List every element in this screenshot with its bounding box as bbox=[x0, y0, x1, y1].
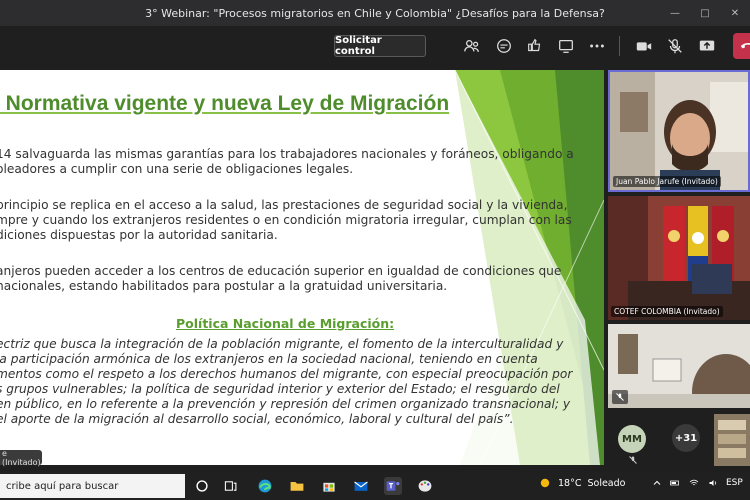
close-icon[interactable]: ✕ bbox=[720, 0, 750, 26]
participant-name-1: Juan Pablo Jarufe (Invitado) bbox=[613, 176, 721, 187]
task-view-icon[interactable] bbox=[222, 477, 240, 495]
avatar-mm-muted-icon bbox=[629, 456, 637, 464]
slide-line: principio se replica en el acceso a la s… bbox=[0, 198, 568, 212]
chat-icon[interactable] bbox=[492, 34, 516, 58]
camera-icon[interactable] bbox=[632, 34, 656, 58]
participant-tile-2[interactable]: COTEF COLOMBIA (Invitado) bbox=[608, 196, 750, 320]
paint-app-icon[interactable] bbox=[416, 477, 434, 495]
participant-avatar-mm[interactable]: MM bbox=[618, 425, 646, 453]
system-tray: ESP bbox=[652, 478, 743, 488]
participant-video-1 bbox=[610, 72, 748, 190]
search-placeholder: cribe aquí para buscar bbox=[6, 480, 119, 492]
weather-description: Soleado bbox=[587, 477, 626, 489]
microphone-muted-icon[interactable] bbox=[663, 34, 687, 58]
participant-thumbnail-4[interactable] bbox=[714, 414, 750, 466]
reactions-icon[interactable] bbox=[523, 34, 547, 58]
microsoft-store-icon[interactable] bbox=[320, 477, 338, 495]
participant-tile-3[interactable] bbox=[608, 324, 750, 408]
more-options-icon[interactable] bbox=[585, 34, 609, 58]
windows-taskbar: cribe aquí para buscar 18°C Soleado ESP bbox=[0, 472, 750, 500]
teams-meeting-window: 3° Webinar: "Procesos migratorios en Chi… bbox=[0, 0, 750, 500]
volume-icon[interactable] bbox=[707, 478, 719, 488]
file-explorer-icon[interactable] bbox=[288, 477, 306, 495]
slide-line: mpre y cuando los extranjeros residentes… bbox=[0, 213, 572, 227]
weather-widget[interactable]: 18°C Soleado bbox=[538, 476, 625, 490]
slide-line: la participación armónica de los extranj… bbox=[0, 352, 538, 366]
slide-paragraph-3: anjeros pueden acceder a los centros de … bbox=[0, 264, 576, 294]
participant-video-3 bbox=[608, 324, 750, 408]
slide-line: 14 salvaguarda las mismas garantías para… bbox=[0, 147, 574, 161]
slide-line: el aporte de la migración al desarrollo … bbox=[0, 412, 514, 426]
leave-call-button[interactable] bbox=[733, 33, 750, 59]
window-title: 3° Webinar: "Procesos migratorios en Chi… bbox=[145, 6, 605, 20]
toolbar-divider bbox=[619, 36, 620, 56]
share-content-icon[interactable] bbox=[695, 34, 719, 58]
participant-3-muted-icon bbox=[612, 390, 628, 404]
slide-paragraph-1: 14 salvaguarda las mismas garantías para… bbox=[0, 147, 576, 177]
weather-temperature: 18°C bbox=[558, 477, 582, 489]
participant-video-4 bbox=[714, 414, 750, 466]
slide-subheading: Política Nacional de Migración: bbox=[176, 316, 395, 331]
slide-line: ectriz que busca la integración de la po… bbox=[0, 337, 564, 351]
slide-line: s grupos vulnerables; la política de seg… bbox=[0, 382, 560, 396]
slide-line: diciones dispuestas por la autoridad san… bbox=[0, 228, 278, 242]
maximize-icon[interactable]: □ bbox=[690, 0, 720, 26]
window-controls: — □ ✕ bbox=[660, 0, 750, 26]
request-control-button[interactable]: Solicitar control bbox=[334, 35, 426, 57]
participant-video-2 bbox=[608, 196, 750, 320]
participant-tile-1[interactable]: Juan Pablo Jarufe (Invitado) bbox=[608, 70, 750, 192]
slide-quote: ectriz que busca la integración de la po… bbox=[0, 337, 576, 427]
slide-line: oleadores a cumplir con una serie de obl… bbox=[0, 162, 354, 176]
battery-icon[interactable] bbox=[669, 478, 681, 488]
minimize-icon[interactable]: — bbox=[660, 0, 690, 26]
presenter-name-tag: e (Invitado) bbox=[0, 448, 42, 467]
mail-icon[interactable] bbox=[352, 477, 370, 495]
wifi-icon[interactable] bbox=[688, 478, 700, 488]
input-language[interactable]: ESP bbox=[726, 478, 743, 488]
edge-browser-icon[interactable] bbox=[256, 477, 274, 495]
chevron-up-icon[interactable] bbox=[652, 478, 662, 488]
participants-icon[interactable] bbox=[460, 34, 484, 58]
more-participants-button[interactable]: +31 bbox=[672, 424, 700, 452]
teams-icon[interactable] bbox=[384, 477, 402, 495]
sun-icon bbox=[540, 478, 550, 488]
shared-presentation-slide: . Normativa vigente y nueva Ley de Migra… bbox=[0, 70, 604, 465]
taskbar-search-input[interactable]: cribe aquí para buscar bbox=[0, 474, 185, 498]
cortana-icon[interactable] bbox=[193, 477, 211, 495]
meeting-toolbar: Solicitar control bbox=[0, 26, 750, 66]
participant-name-2: COTEF COLOMBIA (Invitado) bbox=[611, 306, 723, 317]
slide-paragraph-2: principio se replica en el acceso a la s… bbox=[0, 198, 576, 243]
slide-title: . Normativa vigente y nueva Ley de Migra… bbox=[0, 92, 450, 115]
slide-line: anjeros pueden acceder a los centros de … bbox=[0, 264, 562, 278]
share-tray-icon[interactable] bbox=[554, 34, 578, 58]
slide-line: nacionales, estando habilitados para pos… bbox=[0, 279, 448, 293]
slide-line: en público, en lo referente a la prevenc… bbox=[0, 397, 571, 411]
slide-line: mentos como el respeto a los derechos hu… bbox=[0, 367, 573, 381]
hang-up-icon bbox=[740, 43, 750, 49]
title-bar: 3° Webinar: "Procesos migratorios en Chi… bbox=[0, 0, 750, 26]
